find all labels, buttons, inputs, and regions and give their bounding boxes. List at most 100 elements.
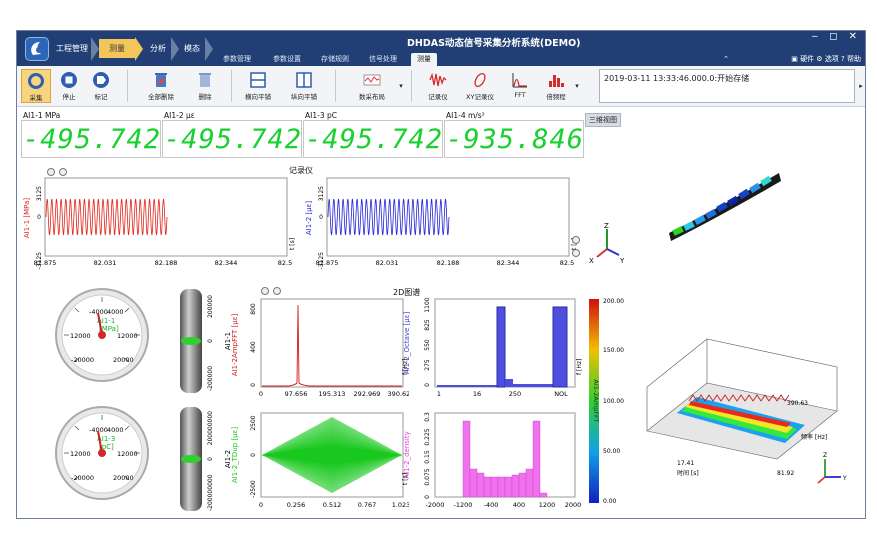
options-icon[interactable]: ⚙ xyxy=(816,55,822,63)
chart-xtick: 82.344 xyxy=(215,259,238,267)
chart-ylabel: AI1-2_Octave [με] xyxy=(403,311,411,374)
view3d-label[interactable]: 三维视图 xyxy=(585,113,621,127)
chart-xtick: 81.875 xyxy=(34,259,57,267)
chart-ytick: 0 xyxy=(250,383,257,387)
meter-value: -495.742 xyxy=(305,124,444,155)
tab-param-manage[interactable]: 参数管理 xyxy=(219,53,255,66)
density-bar xyxy=(497,476,506,498)
chart-ytick: 800 xyxy=(250,303,257,315)
delete-all-button[interactable]: 全部删除 xyxy=(143,69,179,103)
delete-button[interactable]: 删除 xyxy=(191,69,219,103)
options-menu[interactable]: 选项 xyxy=(825,55,839,63)
recorder-chart-left[interactable]: AI1-1 [MPa] 3125 0 -3125 81.875 82.031 8… xyxy=(17,176,297,276)
chart-xtick: NOL xyxy=(554,390,568,398)
window-controls[interactable]: ‒ ◻ ✕ xyxy=(812,31,861,42)
collapse-ribbon-icon[interactable]: ⌃ xyxy=(721,53,731,66)
tab-measure[interactable]: 测量 xyxy=(411,53,437,66)
density-bar xyxy=(539,492,548,498)
app-logo xyxy=(25,37,49,61)
density-chart[interactable]: AI1-2_density 0.3 0.225 0.15 0.075 0 -20… xyxy=(401,409,601,517)
stop-button[interactable]: 停止 xyxy=(55,69,83,103)
hardware-icon[interactable]: ▣ xyxy=(791,55,798,63)
axes-triad-small-icon: Z Y xyxy=(817,452,847,484)
chart-ytick: 400 xyxy=(250,341,257,353)
axes-triad-icon: Z X Y xyxy=(589,222,625,265)
chart-xtick: 400 xyxy=(513,501,525,509)
tag-icon xyxy=(93,72,109,88)
ribbon-divider xyxy=(231,70,232,102)
meter-value: -495.742 xyxy=(164,124,303,155)
stop-icon xyxy=(61,72,77,88)
gauge-tick-label: 12000 xyxy=(117,450,138,458)
hardware-menu[interactable]: 硬件 xyxy=(800,55,814,63)
crumb-modal[interactable]: 模态 xyxy=(179,39,205,58)
log-scroll-icon[interactable]: ▸ xyxy=(857,69,865,103)
zoom-out-icon[interactable] xyxy=(273,287,281,295)
meter-value: -935.846 xyxy=(446,124,585,155)
help-menu[interactable]: 帮助 xyxy=(847,55,861,63)
chart-xtick: -1200 xyxy=(454,501,473,509)
zoom-in-icon[interactable] xyxy=(261,287,269,295)
layout-label: 数采布局 xyxy=(359,93,385,101)
fft-chart[interactable]: AI1-2AmpFFT [με] 800 400 0 0 97.656 195.… xyxy=(229,295,409,403)
help-icon[interactable]: ? xyxy=(841,55,845,63)
bar-tick: -200000000 xyxy=(207,474,214,511)
meter-label: AI1-1 MPa xyxy=(23,111,61,120)
chart-xtick: 81.875 xyxy=(316,259,339,267)
crumb-project[interactable]: 工程管理 xyxy=(53,39,91,58)
ribbon-divider xyxy=(335,70,336,102)
tab-signal-processing[interactable]: 信号处理 xyxy=(365,53,401,66)
density-bar xyxy=(469,468,478,498)
chart-xtick: 1 xyxy=(437,390,441,398)
zoom-in-icon[interactable] xyxy=(47,168,55,176)
octave-chart[interactable]: AI1-2_Octave [με] 1100 825 550 275 0 1 1… xyxy=(401,295,601,403)
histogram-icon xyxy=(549,75,564,87)
octave-bar xyxy=(437,385,499,387)
chart-xtick: 82.188 xyxy=(155,259,178,267)
mark-button[interactable]: 标记 xyxy=(87,69,115,103)
zoom-in-icon[interactable] xyxy=(572,236,580,244)
chart-ytick: 0 xyxy=(37,214,41,221)
crumb-measure[interactable]: 测量 xyxy=(99,39,135,58)
ribbon-toolbar: 采集 停止 标记 全部删除 删除 横向平铺 纵向平铺 数采布局 ▾ 记录仪 XY… xyxy=(17,66,865,107)
density-bar xyxy=(532,420,541,498)
density-bar xyxy=(490,476,499,498)
gauge-tick-label: 4000 xyxy=(107,426,124,434)
layout-button[interactable]: 数采布局 xyxy=(351,69,393,103)
recorder-chart-right[interactable]: AI1-2 [με] 3125 0 -3125 81.875 82.031 82… xyxy=(299,176,584,276)
chart-ylabel: AI1-2_TDup [με] xyxy=(231,427,239,484)
analysis-dropdown-icon[interactable]: ▾ xyxy=(573,69,581,103)
beam-3d-view[interactable] xyxy=(657,161,787,241)
collect-button[interactable]: 采集 xyxy=(21,69,51,103)
chart-xtick: -400 xyxy=(484,501,499,509)
colorbar-label: AI1-2AmpFFT xyxy=(592,379,600,422)
zoom-out-icon[interactable] xyxy=(572,249,580,257)
octave-bar xyxy=(496,306,506,388)
td-chart[interactable]: AI1-2_TDup [με] 2500 0 -2500 0 0.256 0.5… xyxy=(229,409,409,517)
chart-xunit: f [Hz] xyxy=(576,359,583,375)
tab-storage-rules[interactable]: 存储规则 xyxy=(317,53,353,66)
layout-dropdown-icon[interactable]: ▾ xyxy=(397,69,405,103)
chart-xtick: 82.5 xyxy=(278,259,292,267)
zoom-out-icon[interactable] xyxy=(59,168,67,176)
recorder-button[interactable]: 记录仪 xyxy=(423,69,453,103)
chart-ytick: 0.15 xyxy=(424,450,431,464)
horizontal-tile-button[interactable]: 横向平铺 xyxy=(239,69,277,103)
crumb-analysis[interactable]: 分析 xyxy=(145,39,171,58)
xy-curve-icon xyxy=(474,72,486,88)
gauge-hub xyxy=(98,331,106,339)
meter-label: AI1-4 m/s² xyxy=(446,111,485,120)
octave-bar xyxy=(505,379,513,387)
gauge-tick-label: 12000 xyxy=(70,450,91,458)
tab-param-settings[interactable]: 参数设置 xyxy=(269,53,305,66)
vertical-tile-button[interactable]: 纵向平铺 xyxy=(285,69,323,103)
chart-ytick: 0 xyxy=(250,453,257,457)
octave-button[interactable]: 倍频程 xyxy=(543,69,569,103)
chart-xtick: 82.5 xyxy=(560,259,574,267)
xy-recorder-button[interactable]: XY记录仪 xyxy=(463,69,497,103)
fft-button[interactable]: FFT xyxy=(507,69,533,103)
axis-y-label: Y xyxy=(842,475,847,482)
chart-ytick: 0.075 xyxy=(424,468,431,485)
chart-ylabel: AI1-2_density xyxy=(403,431,411,478)
chart-ytick: 550 xyxy=(424,339,431,351)
